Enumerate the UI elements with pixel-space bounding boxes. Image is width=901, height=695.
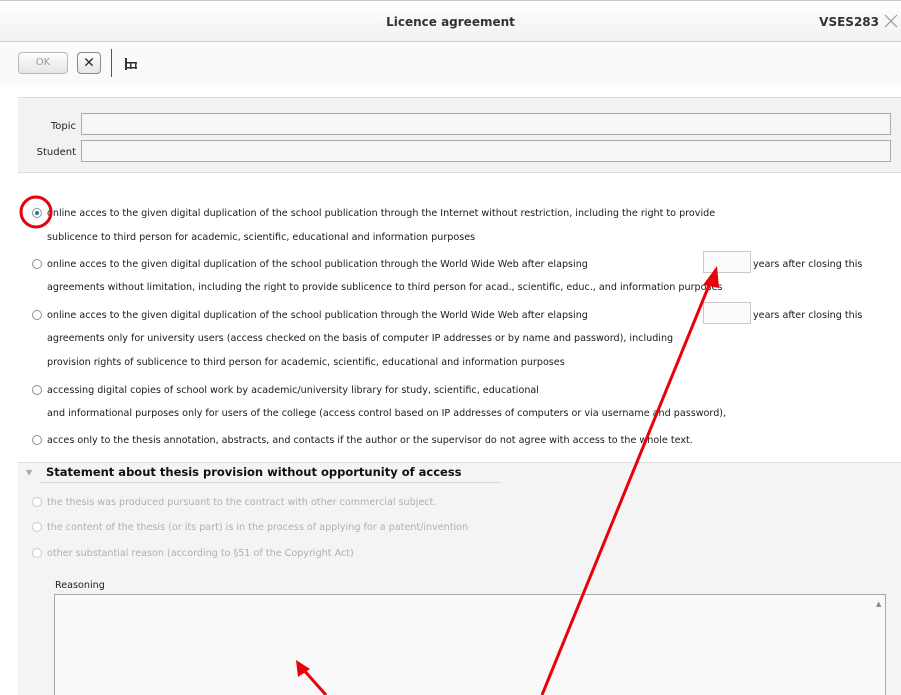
option-5-text: acces only to the thesis annotation, abs… bbox=[47, 435, 693, 446]
option-4-text: accessing digital copies of school work … bbox=[47, 385, 539, 396]
toolbar: OK bbox=[0, 43, 901, 85]
option-2-text: online acces to the given digital duplic… bbox=[47, 259, 588, 270]
toolbar-divider bbox=[111, 49, 112, 77]
option-1-text-line2: sublicence to third person for academic,… bbox=[47, 232, 476, 243]
ok-button[interactable]: OK bbox=[18, 52, 68, 74]
option-1-text: online acces to the given digital duplic… bbox=[47, 208, 716, 219]
option-3-suffix: years after closing this bbox=[753, 310, 863, 321]
years-input-option-2[interactable] bbox=[703, 251, 751, 273]
statement-option-2: the content of the thesis (or its part) … bbox=[47, 522, 469, 533]
radio-statement-1[interactable] bbox=[32, 497, 42, 507]
triangle-icon[interactable]: ▼ bbox=[26, 468, 32, 477]
title-bar: Licence agreement VSES283 bbox=[0, 0, 901, 42]
radio-option-2[interactable] bbox=[32, 259, 42, 269]
option-3-text: online acces to the given digital duplic… bbox=[47, 310, 588, 321]
option-2-suffix: years after closing this bbox=[753, 259, 863, 270]
option-2-text-line2: agreements without limitation, including… bbox=[47, 282, 723, 293]
window-title: Licence agreement bbox=[386, 15, 515, 29]
x-icon bbox=[84, 57, 94, 67]
scroll-up-icon[interactable]: ▲ bbox=[876, 600, 895, 608]
window-code: VSES283 bbox=[819, 15, 879, 29]
statement-option-3: other substantial reason (according to §… bbox=[47, 548, 354, 559]
option-3-text-line3: provision rights of sublicence to third … bbox=[47, 357, 565, 368]
student-field[interactable] bbox=[81, 140, 891, 162]
topic-label: Topic bbox=[50, 121, 76, 132]
radio-option-4[interactable] bbox=[32, 385, 42, 395]
topic-field[interactable] bbox=[81, 113, 891, 135]
reasoning-label: Reasoning bbox=[55, 580, 105, 591]
close-icon[interactable] bbox=[884, 14, 898, 28]
radio-statement-3[interactable] bbox=[32, 548, 42, 558]
grid-icon[interactable] bbox=[124, 57, 138, 71]
student-label: Student bbox=[36, 147, 76, 158]
option-4-text-line2: and informational purposes only for user… bbox=[47, 408, 727, 419]
statement-title: Statement about thesis provision without… bbox=[46, 465, 462, 479]
cancel-button[interactable] bbox=[77, 52, 101, 74]
statement-option-1: the thesis was produced pursuant to the … bbox=[47, 497, 437, 508]
section-divider bbox=[40, 482, 501, 483]
radio-statement-2[interactable] bbox=[32, 522, 42, 532]
radio-option-5[interactable] bbox=[32, 435, 42, 445]
radio-option-3[interactable] bbox=[32, 310, 42, 320]
reasoning-textarea[interactable] bbox=[54, 594, 886, 695]
years-input-option-3[interactable] bbox=[703, 302, 751, 324]
option-3-text-line2: agreements only for university users (ac… bbox=[47, 333, 674, 344]
radio-option-1[interactable] bbox=[32, 208, 42, 218]
